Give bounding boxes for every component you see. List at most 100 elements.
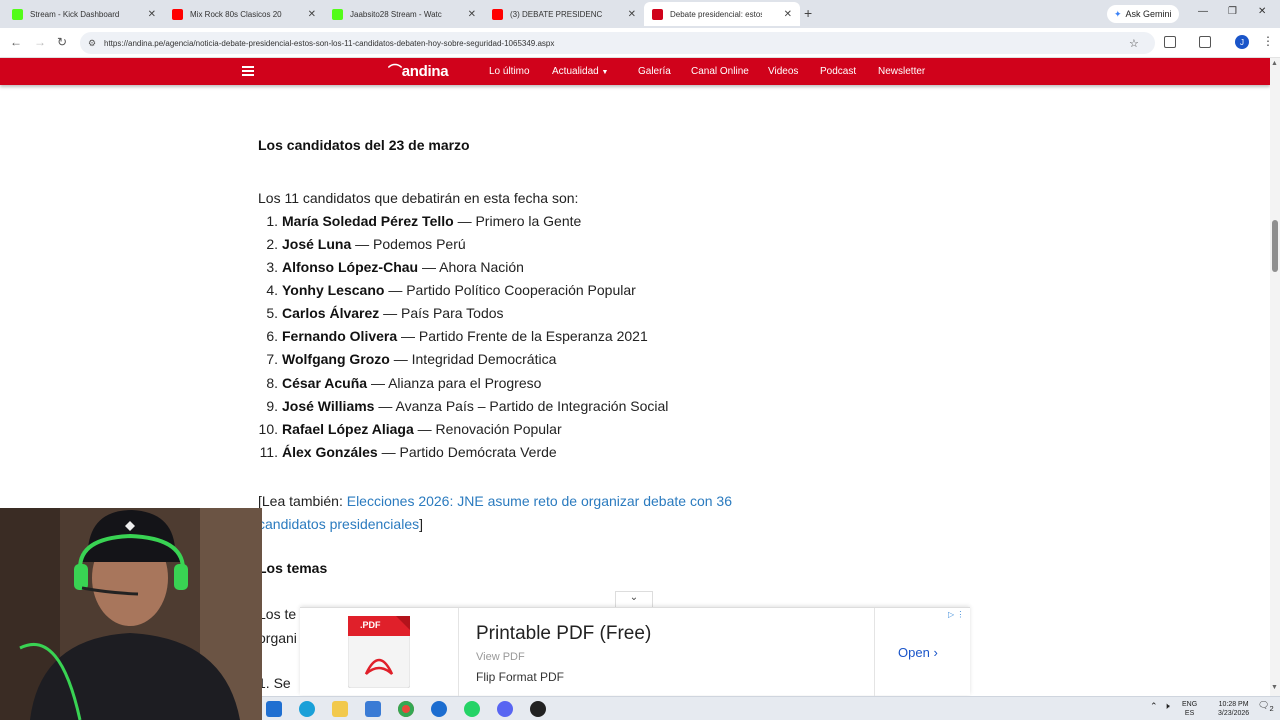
list-number: 1. — [266, 213, 278, 229]
clock-date: 3/23/2026 — [1218, 710, 1250, 717]
lang-top: ENG — [1182, 701, 1198, 708]
party-name: — Primero la Gente — [453, 213, 582, 229]
party-name: — Partido Demócrata Verde — [377, 444, 557, 460]
tab-kick-dashboard[interactable]: Stream - Kick Dashboard ✕ — [4, 2, 164, 26]
logo-mark-icon: ⌒ — [388, 63, 402, 79]
ad-subtext: View PDF — [476, 651, 525, 663]
ask-gemini-button[interactable]: ✦ Ask Gemini — [1107, 5, 1179, 23]
close-icon[interactable]: ✕ — [628, 9, 636, 20]
hamburger-menu-icon[interactable] — [242, 66, 254, 76]
tab-title: (3) DEBATE PRESIDENCIAL PERÚ — [510, 9, 602, 19]
tab-youtube-debate[interactable]: (3) DEBATE PRESIDENCIAL PERÚ ✕ — [484, 2, 644, 26]
nav-podcast[interactable]: Podcast — [820, 66, 856, 77]
profile-avatar[interactable]: J — [1235, 35, 1249, 49]
tab-andina-active[interactable]: Debate presidencial: estos son ✕ — [644, 2, 800, 26]
new-tab-button[interactable]: + — [804, 5, 812, 21]
clock[interactable]: 10:28 PM 3/23/2026 — [1218, 700, 1249, 718]
ad-open-button[interactable]: Open › — [898, 645, 938, 660]
list-number: 3. — [266, 259, 278, 275]
pdf-icon-label: .PDF — [360, 620, 381, 630]
candidate-name: Carlos Álvarez — [282, 305, 380, 321]
nav-actualidad[interactable]: Actualidad ▼ — [552, 66, 608, 77]
tab-title: Debate presidencial: estos son — [670, 9, 762, 19]
close-icon[interactable]: ✕ — [308, 9, 316, 20]
nav-canal-online[interactable]: Canal Online — [691, 66, 749, 77]
minimize-icon[interactable]: — — [1198, 6, 1208, 17]
list-number: 8. — [266, 375, 278, 391]
forward-icon[interactable]: → — [34, 35, 46, 49]
restore-icon[interactable]: ❐ — [1228, 6, 1237, 17]
intro-text: Los 11 candidatos que debatirán en esta … — [258, 190, 579, 206]
list-number: 5. — [266, 305, 278, 321]
whatsapp-icon[interactable] — [464, 701, 480, 717]
extensions-icon[interactable] — [1164, 36, 1176, 48]
andina-logo[interactable]: ⌒andina — [388, 61, 449, 81]
file-explorer-icon[interactable] — [332, 701, 348, 717]
gemini-icon: ✦ — [1114, 8, 1122, 19]
address-bar[interactable]: ⚙ https://andina.pe/agencia/noticia-deba… — [80, 32, 1155, 54]
app-icon[interactable] — [431, 701, 447, 717]
body-text-fragment: 1. Se — [258, 675, 291, 691]
reload-icon[interactable]: ↻ — [57, 35, 67, 49]
back-icon[interactable]: ← — [10, 35, 22, 49]
scroll-down-icon[interactable]: ▼ — [1271, 684, 1278, 691]
scrollbar-thumb[interactable] — [1272, 220, 1278, 272]
nav-videos[interactable]: Videos — [768, 66, 798, 77]
tab-title: Stream - Kick Dashboard — [30, 9, 120, 19]
gemini-label: Ask Gemini — [1125, 9, 1172, 19]
scrollbar-track[interactable] — [1270, 58, 1280, 696]
party-name: — Partido Frente de la Esperanza 2021 — [397, 328, 648, 344]
close-icon[interactable]: ✕ — [784, 9, 792, 20]
clock-time: 10:28 PM — [1218, 701, 1249, 708]
menu-kebab-icon[interactable]: ⋮ — [1262, 34, 1274, 48]
party-name: — Ahora Nación — [418, 259, 524, 275]
tab-strip: Stream - Kick Dashboard ✕ Mix Rock 80s C… — [0, 0, 1280, 28]
bookmark-star-icon[interactable]: ☆ — [1129, 37, 1139, 50]
list-item: 1. María Soledad Pérez Tello — Primero la… — [258, 213, 581, 229]
tab-kick-stream[interactable]: Jaabsito28 Stream - Watch Live ✕ — [324, 2, 484, 26]
nav-lo-ultimo[interactable]: Lo último — [489, 66, 530, 77]
ad-headline[interactable]: Printable PDF (Free) — [476, 623, 651, 645]
list-item: 10. Rafael López Aliaga — Renovación Popu… — [258, 421, 562, 437]
edge-icon[interactable] — [299, 701, 315, 717]
read-also-paragraph: [Lea también: Elecciones 2026: JNE asume… — [258, 490, 798, 536]
window-close-icon[interactable]: ✕ — [1258, 6, 1266, 17]
list-item: 7. Wolfgang Grozo — Integridad Democrátic… — [258, 351, 556, 367]
chrome-icon[interactable] — [398, 701, 414, 717]
nav-newsletter[interactable]: Newsletter — [878, 66, 925, 77]
site-info-icon[interactable]: ⚙ — [88, 38, 96, 49]
discord-icon[interactable] — [497, 701, 513, 717]
kick-icon — [332, 8, 343, 20]
list-item: 8. César Acuña — Alianza para el Progreso — [258, 375, 541, 391]
section-heading-temas: Los temas — [258, 560, 328, 576]
volume-icon[interactable]: 🕨 — [1164, 702, 1170, 711]
andina-icon — [652, 8, 663, 20]
adchoices-icon[interactable]: ▷ ⋮ — [948, 610, 964, 619]
close-icon[interactable]: ✕ — [148, 9, 156, 20]
tray-chevron-icon[interactable]: ⌃ — [1150, 702, 1158, 711]
party-name: — Alianza para el Progreso — [367, 375, 542, 391]
start-icon[interactable] — [266, 701, 282, 717]
store-icon[interactable] — [365, 701, 381, 717]
nav-galeria[interactable]: Galería — [638, 66, 671, 77]
split-view-icon[interactable] — [1199, 36, 1211, 48]
tab-youtube-mix[interactable]: Mix Rock 80s Clasicos 2021 djcl ✕ — [164, 2, 324, 26]
nav-label: Actualidad — [552, 66, 599, 77]
ad-banner[interactable]: .PDF Printable PDF (Free) View PDF Flip … — [300, 607, 970, 696]
tab-title: Mix Rock 80s Clasicos 2021 djcl — [190, 9, 282, 19]
candidate-name: Rafael López Aliaga — [282, 421, 414, 437]
language-indicator[interactable]: ENG ES — [1182, 700, 1197, 718]
candidate-name: Wolfgang Grozo — [282, 351, 390, 367]
divider — [874, 608, 875, 696]
scroll-up-icon[interactable]: ▲ — [1271, 60, 1278, 67]
lang-bottom: ES — [1184, 710, 1195, 717]
close-icon[interactable]: ✕ — [468, 9, 476, 20]
candidate-name: José Williams — [282, 398, 375, 414]
list-item: 9. José Williams — Avanza País – Partido … — [258, 398, 668, 414]
site-navbar: ⌒andina Lo último Actualidad ▼ Galería C… — [0, 58, 1270, 85]
obs-icon[interactable] — [530, 701, 546, 717]
notification-icon[interactable]: 🗨2 — [1258, 701, 1274, 713]
candidate-name: César Acuña — [282, 375, 368, 391]
list-item: 11. Álex Gonzáles — Partido Demócrata Ver… — [258, 444, 557, 460]
list-number: 2. — [266, 236, 278, 252]
